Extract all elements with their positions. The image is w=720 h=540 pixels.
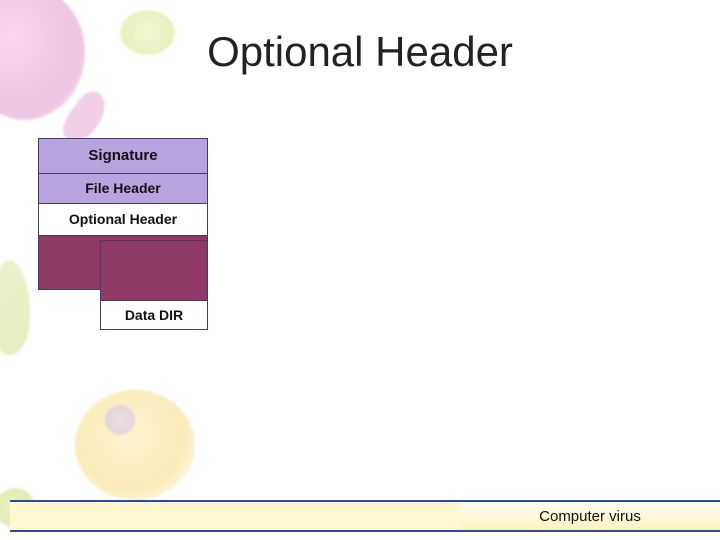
segment-data-directory-label: Data DIR: [101, 300, 207, 329]
balloon-yellow-icon: [75, 390, 195, 500]
footer-label: Computer virus: [460, 500, 720, 532]
segment-file-header: File Header: [38, 174, 208, 204]
segment-data-directory: Data DIR: [100, 240, 208, 330]
footer-bar: Computer virus: [10, 500, 720, 532]
balloon-lavender-icon: [105, 405, 135, 435]
pe-header-diagram: Signature File Header Optional Header Da…: [38, 138, 208, 290]
balloon-green-side: [0, 260, 30, 355]
slide-title: Optional Header: [0, 28, 720, 76]
footer-spacer: [10, 500, 460, 532]
segment-signature: Signature: [38, 138, 208, 174]
segment-optional-header: Optional Header: [38, 204, 208, 236]
